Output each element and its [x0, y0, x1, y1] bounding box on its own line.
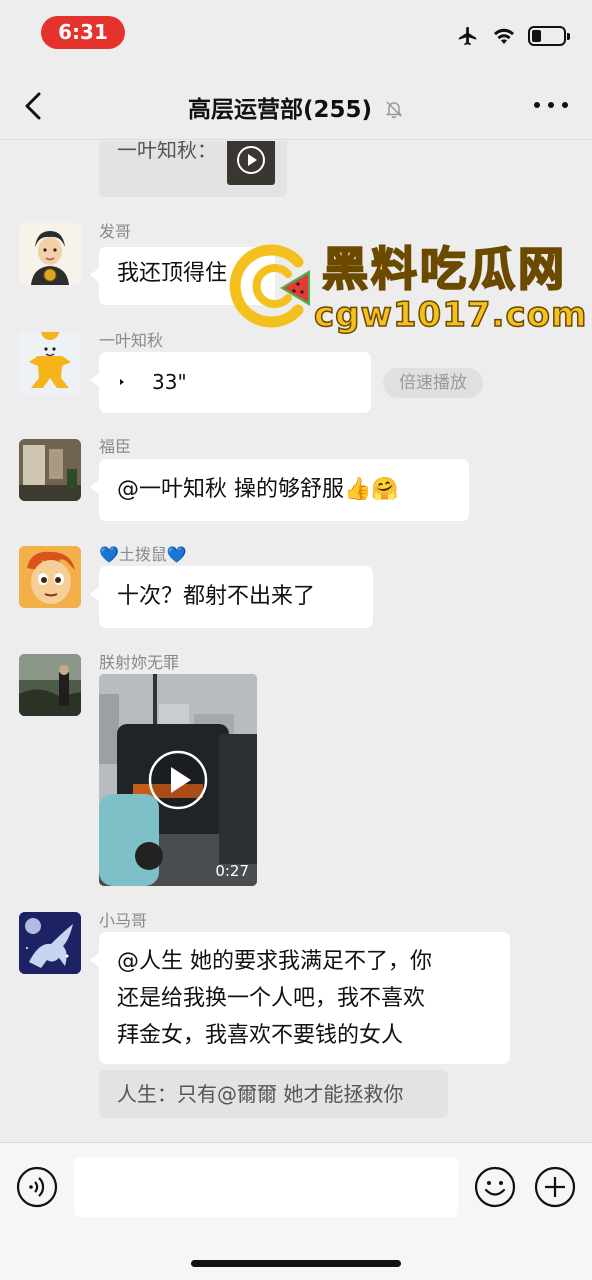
voice-message-bubble[interactable]: 33"	[90, 352, 371, 413]
avatar[interactable]	[19, 912, 81, 974]
play-icon	[237, 146, 265, 174]
avatar[interactable]	[19, 223, 81, 285]
message-line: 还是给我换一个人吧，我不喜欢	[117, 986, 426, 1011]
status-time: 6:31	[41, 16, 125, 49]
message-input[interactable]	[74, 1157, 458, 1217]
airplane-icon	[458, 26, 477, 46]
sender-name: 福臣	[99, 437, 132, 456]
input-bar	[0, 1142, 592, 1280]
sender-name: 发哥	[99, 222, 132, 241]
bell-slash-icon	[385, 101, 403, 119]
sender-name: 一叶知秋	[99, 331, 164, 350]
watermark-title: 黑料吃瓜网	[321, 241, 567, 297]
nav-bar: 高层运营部(255)	[0, 70, 592, 140]
quote-block[interactable]: 人生：只有@爾爾 她才能拯救你	[99, 1070, 448, 1118]
avatar[interactable]	[19, 439, 81, 501]
sender-name: 朕射妳无罪	[99, 653, 180, 672]
status-icons	[456, 25, 570, 47]
avatar[interactable]	[19, 654, 81, 716]
play-icon	[148, 750, 208, 810]
quote-video-thumbnail[interactable]	[227, 141, 275, 185]
voice-icon[interactable]	[16, 1166, 58, 1208]
plus-icon[interactable]	[534, 1166, 576, 1208]
quote-text: 一叶知秋：	[117, 141, 217, 162]
video-duration: 0:27	[215, 862, 249, 880]
message-line: @人生 她的要求我满足不了，你	[117, 949, 432, 974]
message-line: 拜金女，我喜欢不要钱的女人	[117, 1023, 404, 1048]
speed-play-button[interactable]: 倍速播放	[383, 368, 483, 398]
quote-block[interactable]: 一叶知秋：	[99, 141, 287, 197]
avatar[interactable]	[19, 546, 81, 608]
emoji-icon[interactable]	[474, 1166, 516, 1208]
avatar[interactable]	[19, 332, 81, 394]
watermark-logo	[229, 244, 310, 328]
message-bubble[interactable]: @人生 她的要求我满足不了，你 还是给我换一个人吧，我不喜欢 拜金女，我喜欢不要…	[90, 932, 510, 1064]
battery-icon	[528, 26, 570, 46]
home-indicator[interactable]	[191, 1260, 401, 1267]
voice-wave-icon	[120, 379, 124, 385]
chat-title-text: 高层运营部(255)	[187, 97, 373, 123]
status-bar: 6:31	[0, 0, 592, 70]
message-bubble[interactable]: @一叶知秋 操的够舒服👍🤗	[90, 459, 469, 521]
sender-name: 💙土拨鼠💙	[99, 545, 187, 564]
voice-duration: 33"	[152, 370, 187, 394]
watermark-url: cgw1017.com	[313, 294, 588, 336]
video-message[interactable]: 0:27	[99, 674, 257, 886]
wifi-icon	[494, 28, 514, 44]
message-bubble[interactable]: 十次？都射不出来了	[90, 566, 373, 628]
sender-name: 小马哥	[99, 911, 148, 930]
chat-title: 高层运营部(255)	[0, 90, 592, 124]
more-icon[interactable]	[534, 98, 568, 112]
